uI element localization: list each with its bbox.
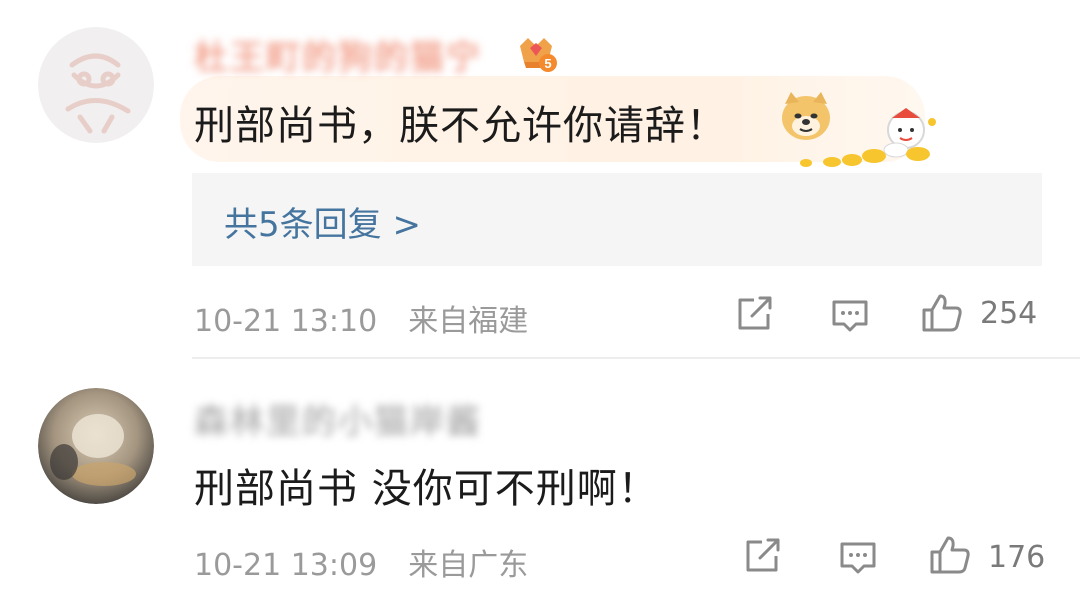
comment-item: 杜王町的狗的猫宁 5 刑部尚书，朕不允许你请辞！ 共5条回复 > 10-21 1… — [0, 0, 1080, 358]
comment-time: 10-21 13:10 — [194, 304, 378, 339]
comment-time: 10-21 13:09 — [194, 548, 378, 583]
comment-text: 刑部尚书，朕不允许你请辞！ — [194, 103, 727, 149]
comment-text: 刑部尚书 没你可不刑啊！ — [194, 466, 659, 512]
comment-item: 森林里的小猫岸酱 刑部尚书 没你可不刑啊！ 10-21 13:09 来自广东 1… — [0, 358, 1080, 602]
share-button[interactable] — [744, 538, 782, 574]
comment-location: 来自广东 — [408, 548, 529, 583]
share-button[interactable] — [736, 296, 774, 332]
replies-panel[interactable]: 共5条回复 > — [192, 173, 1042, 266]
comment-meta: 10-21 13:10 来自福建 — [194, 296, 528, 340]
comment-bubble-icon — [832, 300, 868, 332]
comment-meta: 10-21 13:09 来自广东 — [194, 540, 528, 584]
view-replies-link[interactable]: 共5条回复 > — [224, 197, 421, 246]
avatar[interactable] — [38, 27, 154, 143]
like-count: 254 — [980, 296, 1038, 331]
like-count: 176 — [988, 540, 1046, 575]
thumbs-up-icon — [922, 294, 962, 332]
comment-button[interactable] — [838, 540, 878, 576]
mascot-gold-ingots-icon — [796, 108, 940, 170]
vip-crown-badge-icon: 5 — [514, 30, 558, 74]
comment-button[interactable] — [830, 298, 870, 334]
share-icon — [738, 296, 772, 330]
avatar[interactable] — [38, 388, 154, 504]
thumbs-up-icon — [930, 536, 970, 574]
like-button[interactable] — [928, 534, 972, 576]
comment-bubble-icon — [840, 542, 876, 574]
vip-level-number: 5 — [544, 56, 551, 71]
like-button[interactable] — [920, 292, 964, 334]
comment-list: 杜王町的狗的猫宁 5 刑部尚书，朕不允许你请辞！ 共5条回复 > 10-21 1… — [0, 0, 1080, 602]
comment-location: 来自福建 — [408, 304, 529, 339]
share-icon — [746, 538, 780, 572]
username[interactable]: 杜王町的狗的猫宁 — [194, 30, 482, 79]
username[interactable]: 森林里的小猫岸酱 — [194, 394, 482, 443]
